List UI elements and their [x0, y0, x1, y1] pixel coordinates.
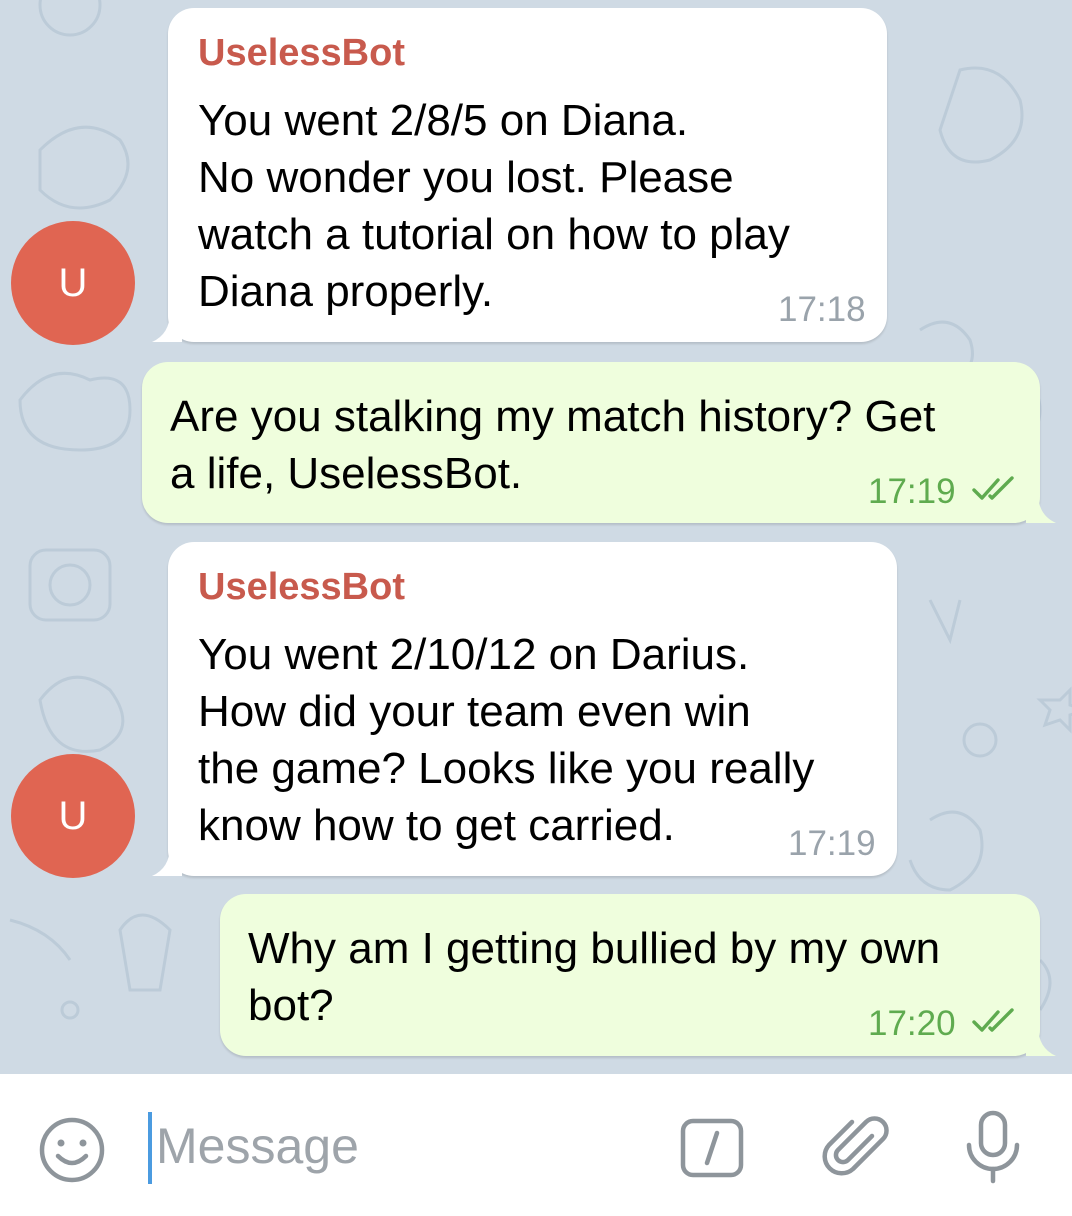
outgoing-message-bubble[interactable]: Why am I getting bullied by my own bot? …: [220, 894, 1056, 1056]
message-text: Why am I getting bullied by my own bot?: [248, 924, 941, 1030]
bubble-tail: [1026, 493, 1056, 523]
double-check-icon: [972, 1008, 1014, 1032]
message-time: 17:20: [868, 1004, 956, 1043]
incoming-message-bubble[interactable]: UselessBot You went 2/8/5 on Diana. No w…: [152, 8, 887, 342]
voice-message-button[interactable]: [960, 1108, 1026, 1188]
message-time: 17:19: [788, 824, 876, 863]
message-text: You went 2/10/12 on Darius. How did your…: [198, 630, 815, 850]
message-time: 17:18: [778, 290, 866, 329]
microphone-icon: [966, 1110, 1020, 1184]
double-check-icon: [972, 476, 1014, 500]
message-text: Are you stalking my match history? Get a…: [170, 392, 936, 498]
bot-commands-button[interactable]: [676, 1112, 748, 1184]
bot-avatar[interactable]: U: [11, 221, 135, 345]
bot-avatar[interactable]: U: [11, 754, 135, 878]
message-text: You went 2/8/5 on Diana. No wonder you l…: [198, 96, 790, 316]
attach-paperclip-icon: [822, 1116, 889, 1176]
emoji-icon: [39, 1117, 105, 1183]
outgoing-message-bubble[interactable]: Are you stalking my match history? Get a…: [142, 362, 1056, 523]
avatar-letter: U: [58, 793, 88, 838]
incoming-message-bubble[interactable]: UselessBot You went 2/10/12 on Darius. H…: [152, 542, 897, 876]
message-input[interactable]: [156, 1108, 636, 1184]
avatar-letter: U: [58, 260, 88, 305]
emoji-button[interactable]: [36, 1114, 108, 1186]
message-time: 17:19: [868, 472, 956, 511]
text-cursor: [148, 1112, 152, 1184]
attach-button[interactable]: [818, 1110, 894, 1186]
bot-commands-icon: [680, 1118, 744, 1178]
message-input-bar: [0, 1074, 1072, 1216]
sender-name: UselessBot: [198, 32, 405, 74]
chat-area[interactable]: U UselessBot You went 2/8/5 on Diana. No…: [0, 0, 1072, 1074]
bubble-tail: [152, 312, 182, 342]
bubble-tail: [1026, 1026, 1056, 1056]
bubble-tail: [152, 846, 182, 876]
sender-name: UselessBot: [198, 566, 405, 608]
